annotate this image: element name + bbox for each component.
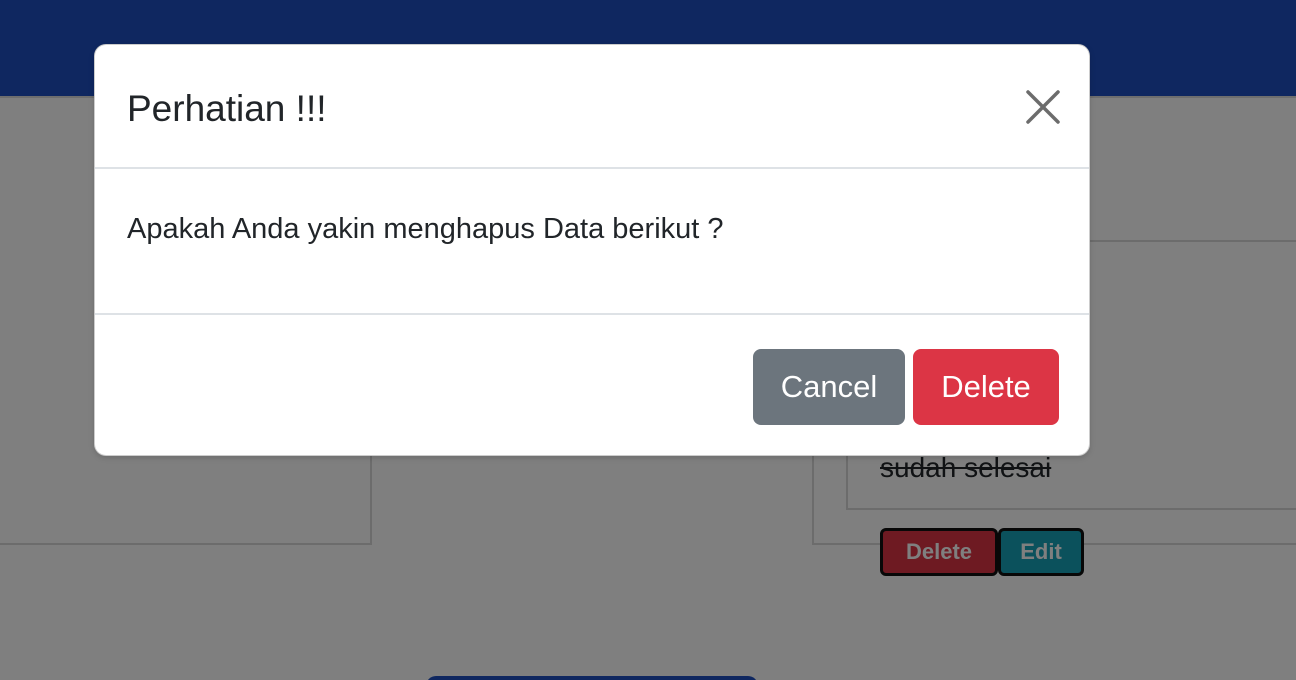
- delete-button[interactable]: Delete: [913, 349, 1059, 425]
- confirm-delete-modal: Perhatian !!! Apakah Anda yakin menghapu…: [94, 44, 1090, 456]
- modal-title: Perhatian !!!: [127, 88, 327, 129]
- close-button[interactable]: [1025, 89, 1061, 125]
- close-icon: [1026, 90, 1060, 124]
- cancel-button[interactable]: Cancel: [753, 349, 905, 425]
- modal-body: Apakah Anda yakin menghapus Data berikut…: [95, 171, 1089, 315]
- modal-message: Apakah Anda yakin menghapus Data berikut…: [127, 213, 724, 245]
- modal-header: Perhatian !!!: [95, 45, 1089, 169]
